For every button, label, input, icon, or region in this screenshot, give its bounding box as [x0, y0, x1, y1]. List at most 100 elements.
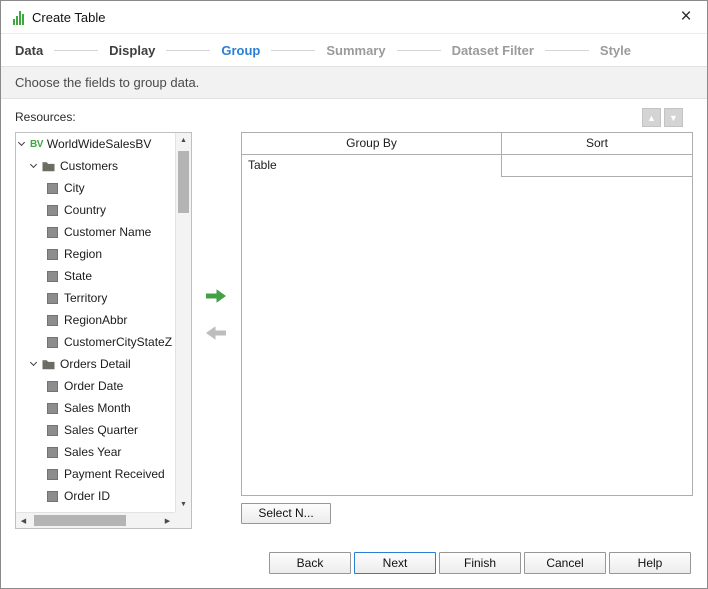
- step-group[interactable]: Group: [221, 43, 260, 58]
- footer-buttons: BackNextFinishCancelHelp: [269, 552, 691, 574]
- tree-item-label: Customer Name: [64, 225, 151, 239]
- step-connector: [545, 50, 589, 51]
- finish-button[interactable]: Finish: [439, 552, 521, 574]
- tree-item-label: Customers: [60, 159, 118, 173]
- dialog-title: Create Table: [32, 10, 105, 25]
- field-icon: [47, 381, 58, 392]
- step-connector: [271, 50, 315, 51]
- bar-chart-icon: [13, 10, 24, 25]
- tree-item-label: Sales Quarter: [64, 423, 138, 437]
- business-view-icon: BV: [30, 139, 43, 150]
- field-icon: [47, 469, 58, 480]
- tree-item-territory[interactable]: Territory: [16, 287, 175, 309]
- add-field-arrow-button[interactable]: [205, 288, 229, 306]
- field-icon: [47, 447, 58, 458]
- tree-item-sales-month[interactable]: Sales Month: [16, 397, 175, 419]
- resource-tree-rows: BVWorldWideSalesBV Customers City Country Cu…: [16, 133, 175, 512]
- move-down-button[interactable]: ▼: [664, 108, 683, 127]
- field-icon: [47, 293, 58, 304]
- tree-item-label: Payment Received: [64, 467, 165, 481]
- field-icon: [47, 205, 58, 216]
- column-header-sort: Sort: [502, 133, 692, 154]
- tree-item-customers[interactable]: Customers: [16, 155, 175, 177]
- field-icon: [47, 315, 58, 326]
- scroll-up-button[interactable]: ▲: [176, 133, 191, 148]
- tree-item-label: Territory: [64, 291, 107, 305]
- tree-item-label: Region: [64, 247, 102, 261]
- scroll-right-button[interactable]: ▶: [160, 513, 175, 528]
- tree-item-country[interactable]: Country: [16, 199, 175, 221]
- tree-item-label: Order Date: [64, 379, 123, 393]
- remove-field-arrow-button[interactable]: [205, 325, 229, 343]
- wizard-instruction: Choose the fields to group data.: [1, 66, 707, 99]
- tree-item-label: Orders Detail: [60, 357, 131, 371]
- step-summary[interactable]: Summary: [326, 43, 385, 58]
- scroll-left-button[interactable]: ◀: [16, 513, 31, 528]
- back-button[interactable]: Back: [269, 552, 351, 574]
- tree-item-order-id[interactable]: Order ID: [16, 485, 175, 507]
- select-n-button[interactable]: Select N...: [241, 503, 331, 524]
- tree-item-orders-detail[interactable]: Orders Detail: [16, 353, 175, 375]
- folder-icon: [42, 161, 55, 172]
- step-connector: [54, 50, 98, 51]
- tree-item-sales-year[interactable]: Sales Year: [16, 441, 175, 463]
- field-icon: [47, 403, 58, 414]
- close-icon[interactable]: ×: [673, 4, 699, 30]
- tree-item-state[interactable]: State: [16, 265, 175, 287]
- group-table-header: Group By Sort: [242, 133, 692, 155]
- field-icon: [47, 227, 58, 238]
- next-button[interactable]: Next: [354, 552, 436, 574]
- step-style[interactable]: Style: [600, 43, 631, 58]
- resources-label: Resources:: [15, 110, 76, 124]
- group-by-table: Group By Sort Table: [241, 132, 693, 496]
- chevron-down-icon[interactable]: [18, 139, 25, 146]
- wizard-steps: Data Display Group Summary Dataset Filter Sty…: [15, 37, 631, 63]
- step-dataset-filter[interactable]: Dataset Filter: [452, 43, 534, 58]
- horizontal-scrollbar[interactable]: ◀ ▶: [16, 512, 175, 528]
- tree-item-label: Country: [64, 203, 106, 217]
- move-up-button[interactable]: ▲: [642, 108, 661, 127]
- step-data[interactable]: Data: [15, 43, 43, 58]
- tree-item-label: RegionAbbr: [64, 313, 127, 327]
- tree-item-payment-received[interactable]: Payment Received: [16, 463, 175, 485]
- tree-item-city[interactable]: City: [16, 177, 175, 199]
- tree-item-customer-name[interactable]: Customer Name: [16, 221, 175, 243]
- field-icon: [47, 249, 58, 260]
- horizontal-scrollbar-thumb[interactable]: [34, 515, 126, 526]
- tree-item-customercitystatez[interactable]: CustomerCityStateZ: [16, 331, 175, 353]
- tree-item-sales-quarter[interactable]: Sales Quarter: [16, 419, 175, 441]
- vertical-scrollbar-thumb[interactable]: [178, 151, 189, 213]
- vertical-scrollbar[interactable]: ▲ ▼: [175, 133, 191, 512]
- tree-item-regionabbr[interactable]: RegionAbbr: [16, 309, 175, 331]
- folder-icon: [42, 359, 55, 370]
- scrollbar-corner: [175, 512, 191, 528]
- tree-item-label: Order ID: [64, 489, 110, 503]
- field-icon: [47, 337, 58, 348]
- help-button[interactable]: Help: [609, 552, 691, 574]
- scroll-down-button[interactable]: ▼: [176, 497, 191, 512]
- tree-root-worldwidesalesbv[interactable]: BVWorldWideSalesBV: [16, 133, 175, 155]
- tree-item-region[interactable]: Region: [16, 243, 175, 265]
- title-bar: Create Table ×: [1, 1, 707, 34]
- group-table-rows: Table: [242, 155, 692, 177]
- step-display[interactable]: Display: [109, 43, 155, 58]
- tree-item-label: State: [64, 269, 92, 283]
- field-icon: [47, 425, 58, 436]
- sort-cell[interactable]: [502, 155, 692, 177]
- column-header-group-by: Group By: [242, 133, 502, 154]
- group-by-cell[interactable]: Table: [242, 155, 502, 177]
- resources-tree-panel: BVWorldWideSalesBV Customers City Country Cu…: [15, 132, 192, 529]
- chevron-down-icon[interactable]: [30, 359, 37, 366]
- chevron-down-icon[interactable]: [30, 161, 37, 168]
- field-icon: [47, 491, 58, 502]
- create-table-dialog: Create Table × DataDisplayGroupSummaryDa…: [0, 0, 708, 589]
- tree-item-label: CustomerCityStateZ: [64, 335, 172, 349]
- field-icon: [47, 183, 58, 194]
- step-connector: [397, 50, 441, 51]
- tree-item-order-date[interactable]: Order Date: [16, 375, 175, 397]
- field-icon: [47, 271, 58, 282]
- tree-item-label: City: [64, 181, 85, 195]
- cancel-button[interactable]: Cancel: [524, 552, 606, 574]
- group-table-row[interactable]: Table: [242, 155, 692, 177]
- tree-item-label: Sales Year: [64, 445, 121, 459]
